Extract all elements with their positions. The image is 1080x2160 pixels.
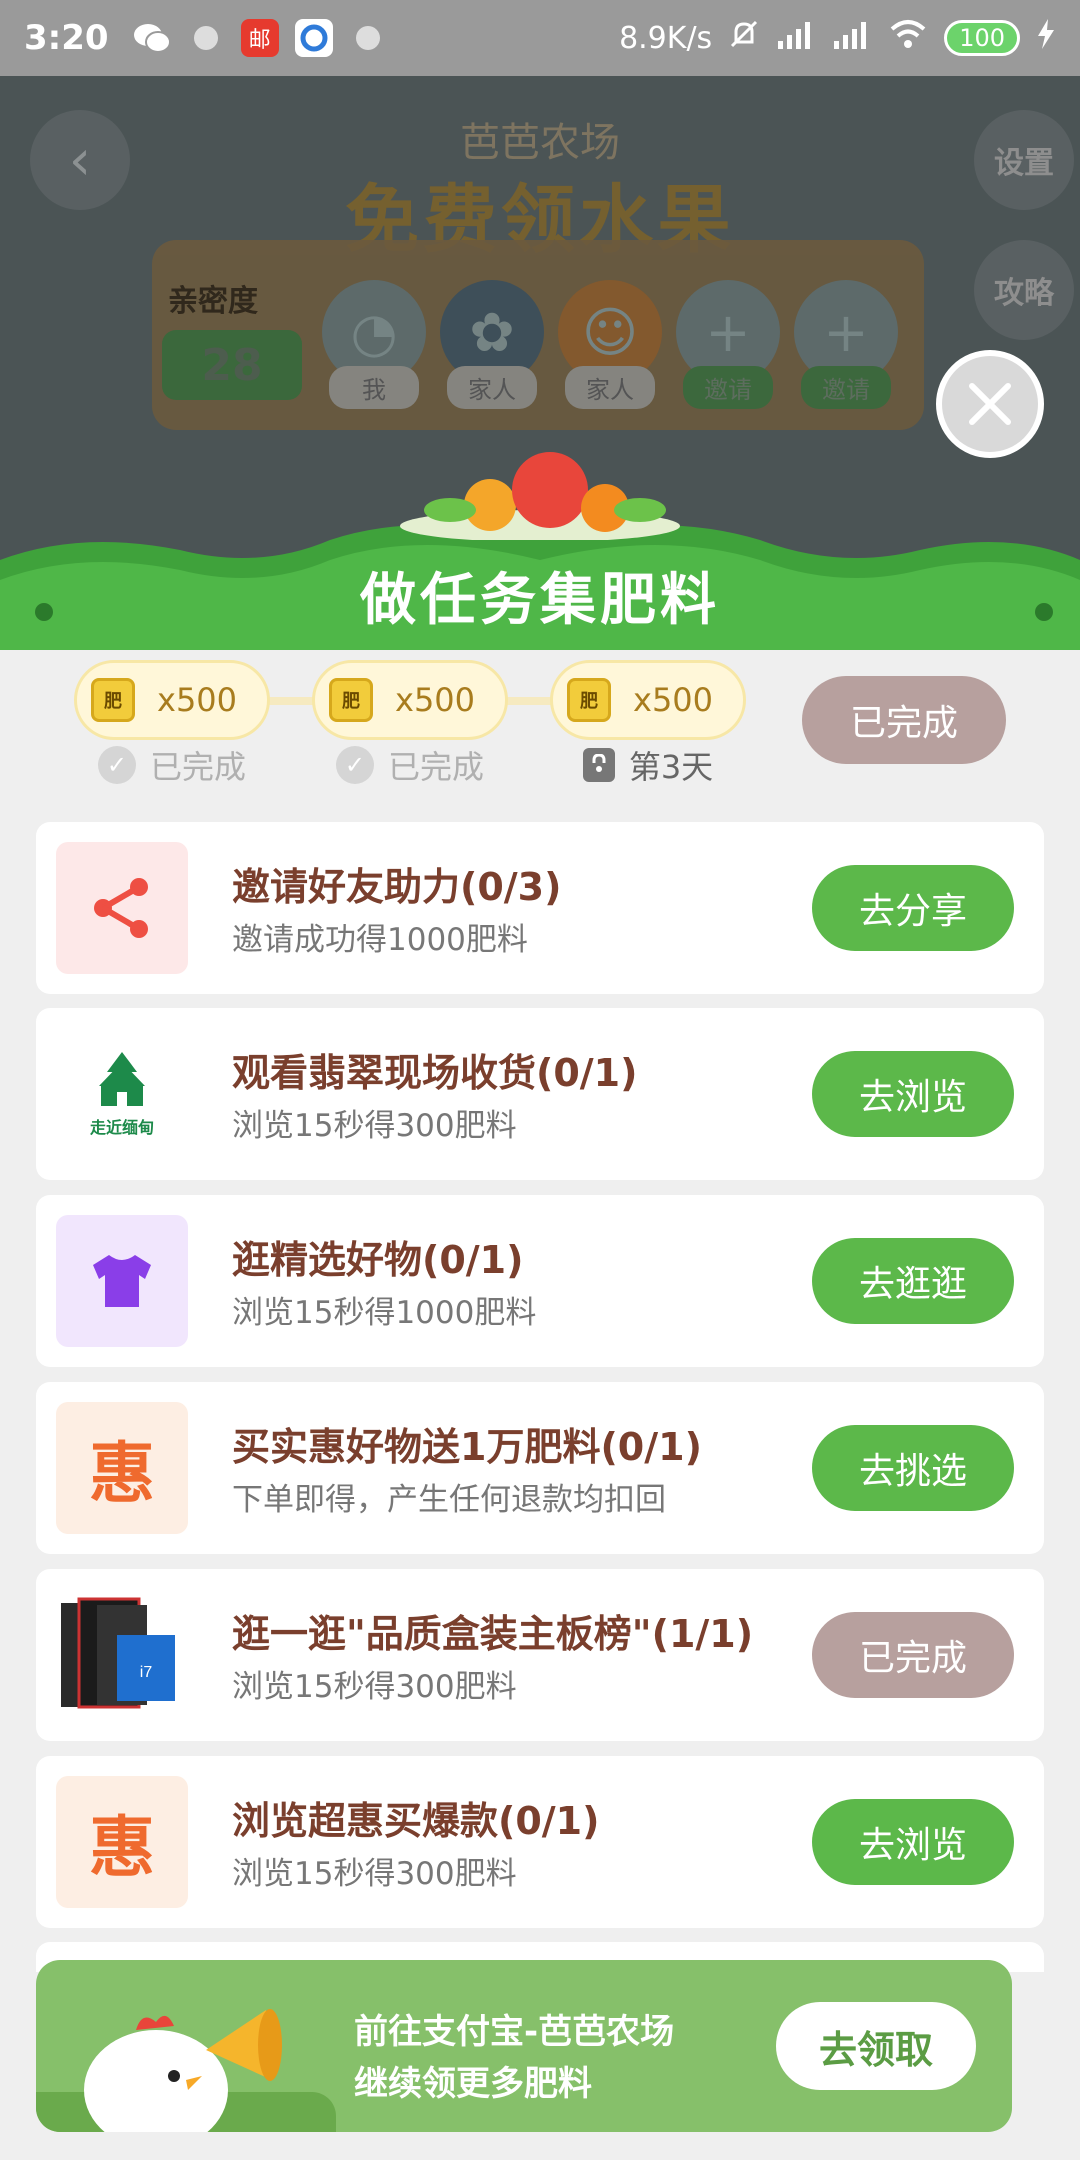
- motherboard-image: i7: [56, 1589, 188, 1721]
- checkin-status: ✓ 已完成: [312, 742, 508, 788]
- task-desc: 浏览15秒得1000肥料: [232, 1295, 537, 1331]
- checkin-reward-day1: 肥 x500: [74, 660, 270, 740]
- browser-icon: [294, 19, 333, 57]
- task-desc: 浏览15秒得300肥料: [232, 1108, 517, 1144]
- member-label: 家人: [565, 366, 655, 409]
- checkin-status: 第3天: [550, 742, 746, 788]
- task-title: 浏览超惠买爆款(0/1): [232, 1799, 600, 1843]
- post-icon: 邮: [240, 19, 279, 57]
- promo-banner[interactable]: 前往支付宝-芭芭农场 继续领更多肥料 去领取: [36, 1960, 1012, 2132]
- promo-line2: 继续领更多肥料: [354, 2064, 592, 2104]
- logo-text: 走近缅甸: [89, 1118, 154, 1137]
- status-label: 已完成: [387, 748, 484, 786]
- wifi-icon: [888, 19, 928, 57]
- checkin-connector: [268, 697, 314, 705]
- task-motherboard-list: i7 逛一逛"品质盒装主板榜"(1/1) 浏览15秒得300肥料 已完成: [36, 1569, 1044, 1741]
- task-desc: 浏览15秒得300肥料: [232, 1856, 517, 1892]
- hui-icon: 惠: [56, 1402, 188, 1534]
- fertilizer-icon: 肥: [567, 678, 611, 722]
- task-title: 逛精选好物(0/1): [232, 1238, 524, 1282]
- guide-button[interactable]: 攻略: [974, 240, 1074, 340]
- myanmar-logo: 走近缅甸: [56, 1028, 188, 1160]
- reward-amount: x500: [157, 681, 238, 719]
- share-icon: [56, 842, 188, 974]
- member-family[interactable]: ✿ 家人: [438, 280, 546, 409]
- member-me[interactable]: ◔ 我: [320, 280, 428, 409]
- task-buy-deals: 惠 买实惠好物送1万肥料(0/1) 下单即得，产生任何退款均扣回 去挑选: [36, 1382, 1044, 1554]
- task-title: 逛一逛"品质盒装主板榜"(1/1): [232, 1612, 754, 1656]
- network-speed: 8.9K/s: [619, 20, 713, 56]
- task-invite-friends: 邀请好友助力(0/3) 邀请成功得1000肥料 去分享: [36, 822, 1044, 994]
- checkin-completed-button[interactable]: 已完成: [802, 676, 1006, 764]
- hui-char: 惠: [89, 1435, 155, 1512]
- chicken-mascot-icon: [66, 1980, 306, 2132]
- status-label: 第3天: [628, 748, 714, 786]
- invite-member-button[interactable]: + 邀请: [674, 280, 782, 409]
- task-desc: 下单即得，产生任何退款均扣回: [232, 1482, 666, 1518]
- fertilizer-icon: 肥: [329, 678, 373, 722]
- stroll-button[interactable]: 去逛逛: [812, 1238, 1014, 1324]
- member-family[interactable]: ☺ 家人: [556, 280, 664, 409]
- fertilizer-icon: 肥: [91, 678, 135, 722]
- member-label: 邀请: [683, 366, 773, 409]
- task-desc: 浏览15秒得300肥料: [232, 1669, 517, 1705]
- share-button[interactable]: 去分享: [812, 865, 1014, 951]
- close-icon: [969, 383, 1011, 425]
- check-icon: ✓: [335, 746, 374, 784]
- settings-button[interactable]: 设置: [974, 110, 1074, 210]
- close-button[interactable]: [936, 350, 1044, 458]
- checkin-connector: [506, 697, 552, 705]
- status-label: 已完成: [149, 748, 246, 786]
- dot-icon: [349, 19, 387, 57]
- signal-icon: [776, 19, 816, 57]
- mute-bell-icon: [728, 18, 760, 58]
- checkin-reward-day2: 肥 x500: [312, 660, 508, 740]
- hui-char: 惠: [89, 1809, 155, 1886]
- checkin-reward-day3: 肥 x500: [550, 660, 746, 740]
- hui-icon: 惠: [56, 1776, 188, 1908]
- affinity-card: 亲密度 28 ◔ 我 ✿ 家人 ☺ 家人 + 邀请 + 邀请: [152, 240, 924, 430]
- invite-member-button[interactable]: + 邀请: [792, 280, 900, 409]
- reward-amount: x500: [633, 681, 714, 719]
- tshirt-icon: [56, 1215, 188, 1347]
- task-hot-deals: 惠 浏览超惠买爆款(0/1) 浏览15秒得300肥料 去浏览: [36, 1756, 1044, 1928]
- browse-button[interactable]: 去浏览: [812, 1051, 1014, 1137]
- pick-button[interactable]: 去挑选: [812, 1425, 1014, 1511]
- check-icon: ✓: [97, 746, 136, 784]
- browse-button[interactable]: 去浏览: [812, 1799, 1014, 1885]
- task-selected-goods: 逛精选好物(0/1) 浏览15秒得1000肥料 去逛逛: [36, 1195, 1044, 1367]
- affinity-label: 亲密度: [168, 284, 258, 319]
- signal-hd-icon: [832, 19, 872, 57]
- status-bar: 3:20 邮 8.9K/s 100: [0, 0, 1080, 76]
- fruit-decoration: [390, 450, 690, 542]
- reward-amount: x500: [395, 681, 476, 719]
- affinity-value: 28: [162, 330, 302, 400]
- member-label: 邀请: [801, 366, 891, 409]
- charging-icon: [1036, 19, 1056, 57]
- member-label: 我: [329, 366, 419, 409]
- task-title: 观看翡翠现场收货(0/1): [232, 1051, 638, 1095]
- task-desc: 邀请成功得1000肥料: [232, 922, 528, 958]
- wechat-icon: [133, 19, 171, 57]
- svg-text:i7: i7: [140, 1664, 153, 1681]
- completed-button[interactable]: 已完成: [812, 1612, 1014, 1698]
- popup-title: 做任务集肥料: [360, 568, 720, 633]
- promo-line1: 前往支付宝-芭芭农场: [354, 2012, 675, 2052]
- task-title: 邀请好友助力(0/3): [232, 865, 562, 909]
- status-time: 3:20: [24, 18, 109, 58]
- lock-icon: [582, 748, 615, 782]
- checkin-status: ✓ 已完成: [74, 742, 270, 788]
- claim-button[interactable]: 去领取: [776, 2002, 976, 2090]
- task-title: 买实惠好物送1万肥料(0/1): [232, 1425, 702, 1469]
- member-label: 家人: [447, 366, 537, 409]
- dot-icon: [187, 19, 225, 57]
- battery-indicator: 100: [944, 20, 1020, 56]
- task-jade-live: 走近缅甸 观看翡翠现场收货(0/1) 浏览15秒得300肥料 去浏览: [36, 1008, 1044, 1180]
